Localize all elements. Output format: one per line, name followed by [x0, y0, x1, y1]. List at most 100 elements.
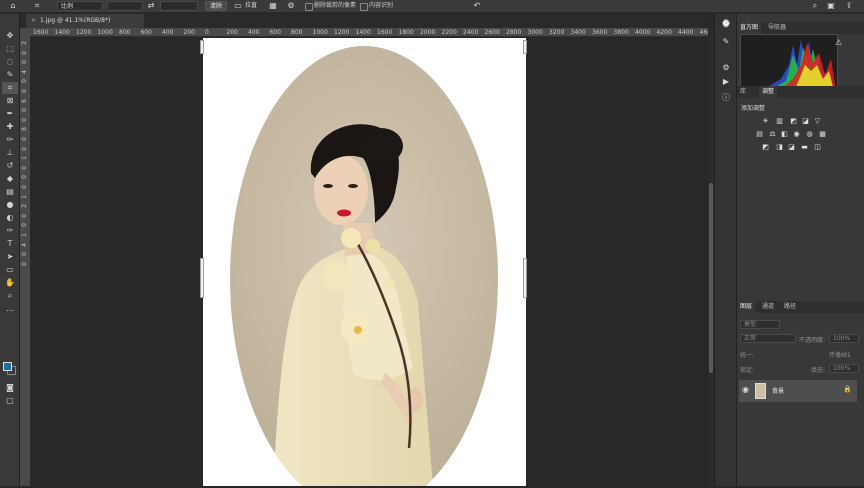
eyedropper-tool-icon[interactable]: ✒	[2, 108, 18, 120]
lasso-tool-icon[interactable]: ◌	[2, 56, 18, 68]
levels-icon[interactable]: ▥	[775, 117, 784, 125]
hand-tool-icon[interactable]: ✋	[2, 277, 18, 289]
ruler-tick-label: 1400	[355, 29, 371, 36]
tab-paths[interactable]: 路径	[781, 301, 799, 313]
history-brush-tool-icon[interactable]: ↺	[2, 160, 18, 172]
ruler-tick-label: 0	[21, 50, 28, 55]
brush-tool-icon[interactable]: ✏	[2, 134, 18, 146]
type-tool-icon[interactable]: T	[2, 238, 18, 250]
crop-handle-top-right[interactable]	[523, 40, 527, 54]
ruler-tick-label: 2400	[463, 29, 479, 36]
ruler-tick-label: 4	[21, 242, 28, 247]
straighten-icon[interactable]: ▭	[233, 1, 243, 11]
selective-color-icon[interactable]: ◫	[813, 143, 822, 151]
crop-tool-icon[interactable]: ⌗	[2, 82, 18, 94]
delete-cropped-checkbox[interactable]: 删除裁剪的像素	[305, 1, 356, 11]
workspace-icon[interactable]: ▣	[826, 1, 836, 11]
warning-icon[interactable]: ⚠	[835, 38, 842, 47]
crop-handle-right[interactable]	[523, 258, 527, 298]
clone-stamp-tool-icon[interactable]: ⊥	[2, 147, 18, 159]
brush-panel-icon[interactable]: ✎	[719, 36, 733, 48]
layer-thumbnail	[755, 383, 766, 399]
threshold-icon[interactable]: ◪	[787, 143, 796, 151]
healing-brush-tool-icon[interactable]: ✚	[2, 121, 18, 133]
height-input[interactable]	[160, 1, 198, 11]
gradient-map-icon[interactable]: ▬	[800, 143, 809, 151]
opacity-label: 不透明度:	[799, 337, 826, 344]
quick-mask-icon[interactable]: ◙	[2, 382, 18, 394]
tab-navigator[interactable]: 导航器	[765, 22, 789, 34]
invert-icon[interactable]: ◩	[761, 143, 770, 151]
ruler-tick-label: 1	[21, 156, 28, 161]
gear-icon[interactable]: ⚙	[286, 1, 296, 11]
ratio-select[interactable]: 比例	[57, 1, 103, 11]
straighten-label[interactable]: 拉直	[245, 1, 257, 11]
exposure-icon[interactable]: ◪	[801, 117, 810, 125]
share-icon[interactable]: ⇪	[844, 1, 854, 11]
fill-input[interactable]: 100%	[829, 364, 859, 373]
add-adjustment-label: 添加调整	[741, 105, 766, 112]
pen-tool-icon[interactable]: ✑	[2, 225, 18, 237]
overlay-grid-icon[interactable]: ▦	[268, 1, 278, 11]
curves-icon[interactable]: ◩	[789, 117, 798, 125]
foreground-color-swatch[interactable]	[3, 362, 12, 371]
layers-panel-header: 图层 通道 路径	[737, 301, 864, 313]
canvas-area[interactable]	[30, 38, 708, 486]
tab-adjustments[interactable]: 调整	[759, 86, 778, 98]
gradient-tool-icon[interactable]: ▤	[2, 186, 18, 198]
clear-button[interactable]: 清除	[205, 1, 227, 11]
ruler-tick-label: 1400	[54, 29, 70, 36]
quick-select-tool-icon[interactable]: ✎	[2, 69, 18, 81]
frame-tool-icon[interactable]: ⊠	[2, 95, 18, 107]
actions-panel-icon[interactable]: ▶	[719, 76, 733, 88]
properties-panel-icon[interactable]: ⚙	[719, 62, 733, 74]
crop-tool-icon[interactable]: ⌗	[30, 1, 44, 11]
swap-icon[interactable]: ⇄	[146, 1, 156, 11]
screen-mode-icon[interactable]: ▢	[2, 395, 18, 407]
opacity-input[interactable]: 100%	[829, 334, 859, 343]
posterize-icon[interactable]: ◨	[775, 143, 784, 151]
scroll-thumb[interactable]	[709, 183, 713, 373]
black-white-icon[interactable]: ◧	[780, 130, 789, 138]
tab-layers[interactable]: 图层	[737, 301, 756, 313]
reset-icon[interactable]: ↶	[472, 1, 482, 11]
tab-libraries[interactable]: 库	[737, 86, 749, 98]
propagate-frame-checkbox[interactable]: 传播帧1	[829, 350, 851, 359]
lock-icon[interactable]: 🔒	[843, 385, 852, 393]
tab-channels[interactable]: 通道	[759, 301, 777, 313]
home-icon[interactable]: ⌂	[8, 1, 18, 11]
ruler-tick-label: 0	[21, 60, 28, 65]
ruler-tick-label: 4400	[678, 29, 694, 36]
color-balance-icon[interactable]: ⚖	[768, 130, 777, 138]
more-tools-icon[interactable]: …	[2, 303, 18, 315]
path-select-tool-icon[interactable]: ➤	[2, 251, 18, 263]
brightness-icon[interactable]: ☀	[761, 117, 770, 125]
layer-kind-filter[interactable]: 类型	[740, 320, 780, 329]
eraser-tool-icon[interactable]: ◆	[2, 173, 18, 185]
move-tool-icon[interactable]: ✥	[2, 30, 18, 42]
photo-filter-icon[interactable]: ◉	[792, 130, 801, 138]
blur-tool-icon[interactable]: ●	[2, 199, 18, 211]
width-input[interactable]	[107, 1, 143, 11]
channel-mixer-icon[interactable]: ◍	[805, 130, 814, 138]
document-canvas[interactable]	[203, 38, 526, 486]
content-aware-checkbox[interactable]: 内容识别	[360, 1, 393, 11]
marquee-tool-icon[interactable]: ⬚	[2, 43, 18, 55]
document-tab[interactable]: × 1.jpg @ 41.1%(RGB/8*)	[26, 14, 144, 28]
tab-histogram[interactable]: 直方图	[737, 22, 762, 34]
vibrance-icon[interactable]: ▽	[813, 117, 822, 125]
visibility-eye-icon[interactable]: ◉	[742, 385, 749, 394]
search-icon[interactable]: ⌕	[810, 1, 820, 11]
crop-handle-left[interactable]	[200, 258, 204, 298]
zoom-tool-icon[interactable]: ⌕	[2, 290, 18, 302]
layer-row-background[interactable]: ◉ 背景 🔒	[739, 380, 857, 402]
history-panel-icon[interactable]: ⌚	[719, 18, 733, 30]
hue-saturation-icon[interactable]: ▤	[755, 130, 764, 138]
info-panel-icon[interactable]: ⓘ	[719, 92, 733, 104]
rectangle-tool-icon[interactable]: ▭	[2, 264, 18, 276]
dodge-tool-icon[interactable]: ◐	[2, 212, 18, 224]
crop-handle-top-left[interactable]	[200, 40, 204, 54]
close-icon[interactable]: ×	[31, 14, 36, 28]
color-lookup-icon[interactable]: ▦	[818, 130, 827, 138]
blend-mode-select[interactable]: 正常	[740, 334, 796, 343]
